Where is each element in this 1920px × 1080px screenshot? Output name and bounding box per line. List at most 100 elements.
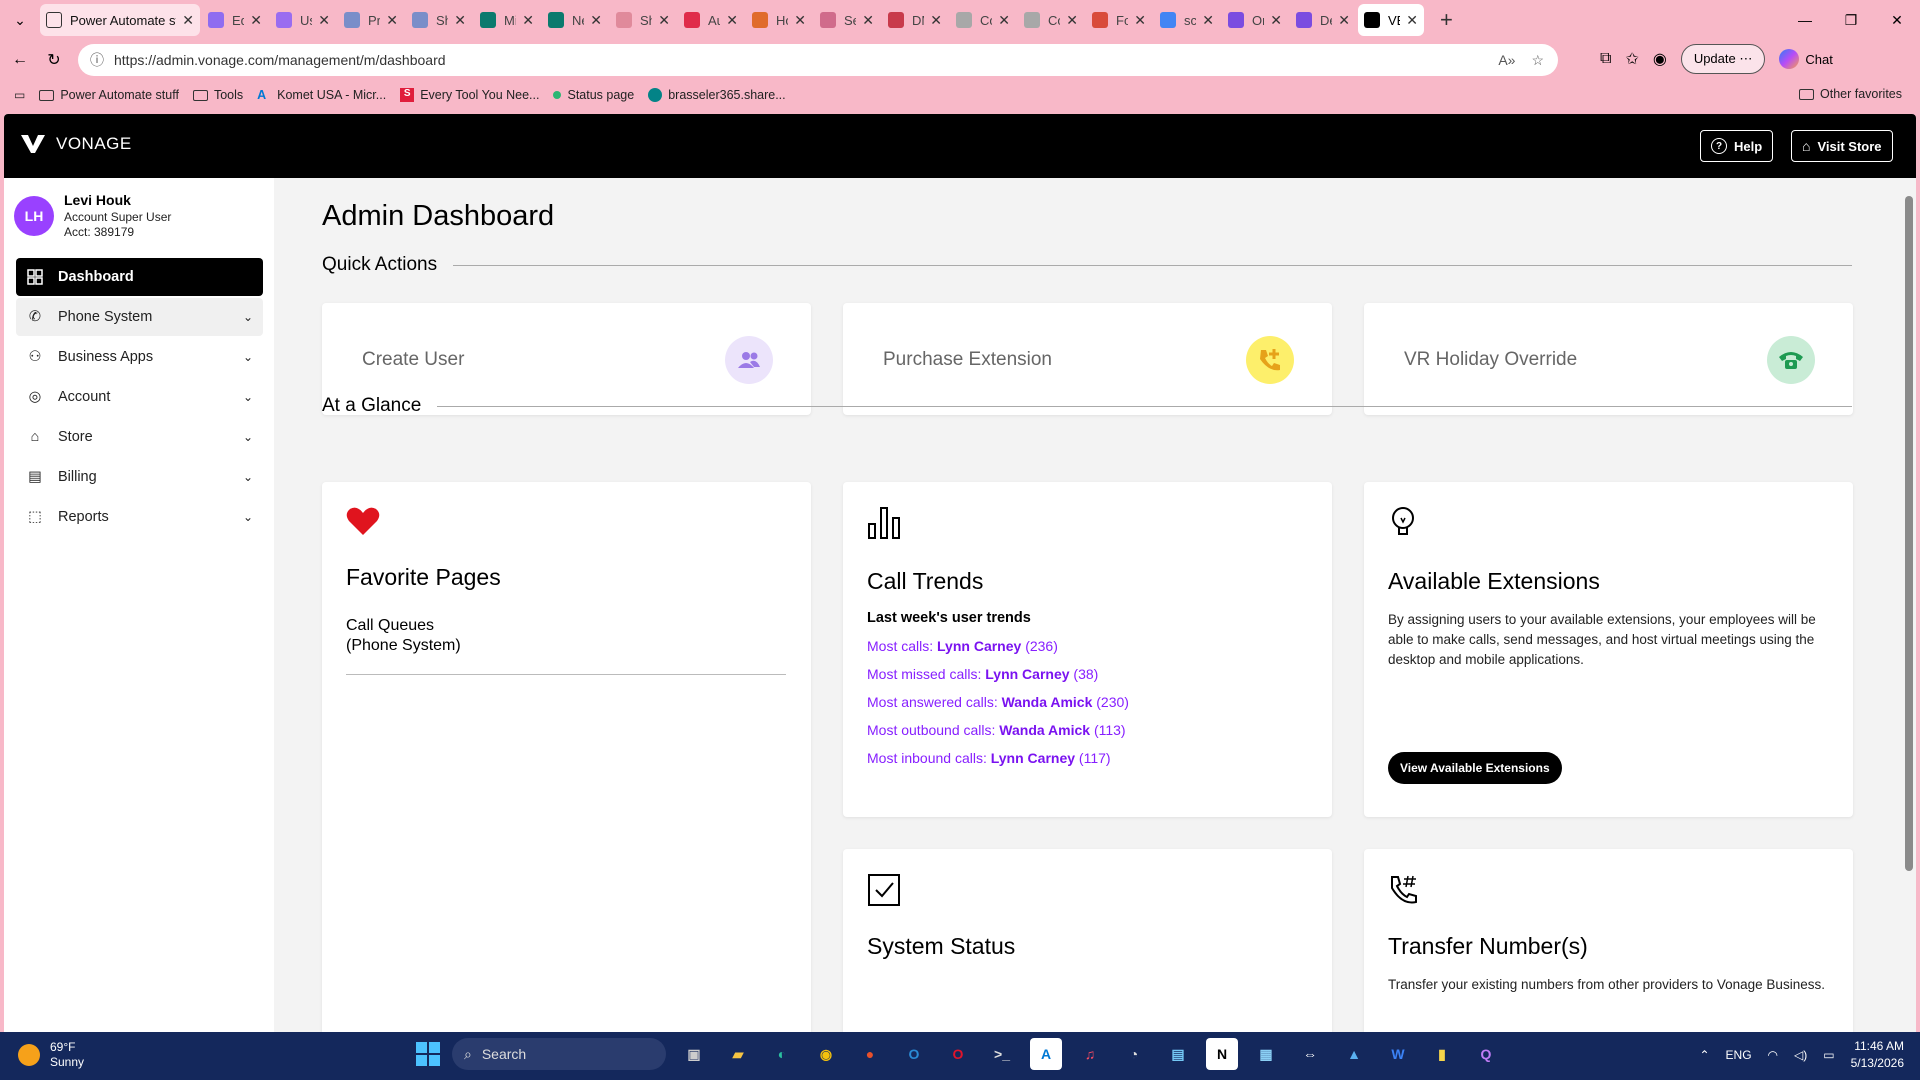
favorites-icon[interactable]: ✩ [1625,49,1638,69]
tab-close-icon[interactable]: ✕ [862,12,874,29]
tab-close-icon[interactable]: ✕ [454,12,466,29]
browser-tab[interactable]: Desk ✕ [1290,4,1356,36]
vonage-logo[interactable]: VONAGE [20,134,132,154]
update-button[interactable]: Update ⋯ [1680,44,1766,74]
sidebar-item-billing[interactable]: ▤ Billing ⌄ [16,458,263,496]
tab-close-icon[interactable]: ✕ [182,12,194,29]
battery-icon[interactable]: ▭ [1823,1048,1834,1062]
bookmark-tools[interactable]: Tools [192,88,243,102]
other-favorites[interactable]: Other favorites [1799,87,1902,101]
chevron-up-icon[interactable]: ⌃ [1699,1048,1709,1062]
browser-tab[interactable]: User ✕ [270,4,336,36]
bookmark-status-page[interactable]: Status page [553,88,634,102]
windows-start-icon[interactable] [416,1042,440,1066]
chrome-icon[interactable]: ◉ [810,1038,842,1070]
edge-icon[interactable]: ◐ [766,1038,798,1070]
word-icon[interactable]: W [1382,1038,1414,1070]
clock-app-icon[interactable]: ◔ [1118,1038,1150,1070]
opera-icon[interactable]: O [942,1038,974,1070]
minimize-button[interactable]: — [1782,0,1828,40]
tab-close-icon[interactable]: ✕ [1202,12,1214,29]
taskbar-search[interactable]: ⌕ Search [452,1038,666,1070]
extensions-icon[interactable]: ⧉ [1600,50,1611,68]
remote-desktop-icon[interactable]: ▦ [1250,1038,1282,1070]
browser-tab[interactable]: VBC ✕ [1358,4,1424,36]
help-button[interactable]: ? Help [1700,130,1774,162]
app-red-icon[interactable]: ● [854,1038,886,1070]
tab-close-icon[interactable]: ✕ [726,12,738,29]
url-field[interactable]: ⓘ https://admin.vonage.com/management/m/… [78,44,1558,76]
sidebar-item-business-apps[interactable]: ⚇ Business Apps ⌄ [16,338,263,376]
avatar[interactable]: LH [14,196,54,236]
clock[interactable]: 11:46 AM 5/13/2026 [1851,1038,1904,1072]
tab-close-icon[interactable]: ✕ [1406,12,1418,29]
browser-tab[interactable]: Shar ✕ [406,4,472,36]
browser-tab[interactable]: Edit ✕ [202,4,268,36]
favorite-item-call-queues[interactable]: Call Queues (Phone System) [346,616,786,675]
browser-tab[interactable]: DM- ✕ [882,4,948,36]
tab-close-icon[interactable]: ✕ [1270,12,1282,29]
tab-close-icon[interactable]: ✕ [590,12,602,29]
app-purple-icon[interactable]: Q [1470,1038,1502,1070]
browser-tab[interactable]: New ✕ [542,4,608,36]
browser-tab[interactable]: Auto ✕ [678,4,744,36]
browser-tab[interactable]: Power Automate stuff ✕ [40,4,200,36]
trend-row[interactable]: Most outbound calls: Wanda Amick (113) [867,722,1129,750]
tab-close-icon[interactable]: ✕ [1066,12,1078,29]
notion-icon[interactable]: N [1206,1038,1238,1070]
sidebar-item-store[interactable]: ⌂ Store ⌄ [16,418,263,456]
task-view-icon[interactable]: ▣ [678,1038,710,1070]
tab-close-icon[interactable]: ✕ [318,12,330,29]
browser-tab[interactable]: Onb ✕ [1222,4,1288,36]
reload-button[interactable]: ↻ [40,46,68,74]
terminal-icon[interactable]: >_ [986,1038,1018,1070]
trend-row[interactable]: Most missed calls: Lynn Carney (38) [867,666,1129,694]
music-icon[interactable]: ♫ [1074,1038,1106,1070]
language-indicator[interactable]: ENG [1726,1048,1752,1062]
visit-store-button[interactable]: ⌂ Visit Store [1791,130,1893,162]
tab-close-icon[interactable]: ✕ [930,12,942,29]
scrollbar-thumb[interactable] [1905,196,1913,871]
file-explorer-icon[interactable]: ▰ [722,1038,754,1070]
browser-tab[interactable]: scrib ✕ [1154,4,1220,36]
sidebar-item-phone-system[interactable]: ✆ Phone System ⌄ [16,298,263,336]
browser-tab[interactable]: Shar ✕ [610,4,676,36]
sticky-notes-icon[interactable]: ▮ [1426,1038,1458,1070]
browser-tab[interactable]: Micr ✕ [474,4,540,36]
tab-close-icon[interactable]: ✕ [658,12,670,29]
favorite-star-icon[interactable]: ☆ [1531,52,1544,69]
tab-close-icon[interactable]: ✕ [250,12,262,29]
bookmark-power-automate[interactable]: Power Automate stuff [39,88,179,102]
copilot-chat-button[interactable]: Chat [1779,49,1833,69]
bookmark-brasseler[interactable]: brasseler365.share... [648,88,786,102]
photos-icon[interactable]: ▲ [1338,1038,1370,1070]
tab-actions-button[interactable]: ⌄ [6,6,34,34]
sidebar-item-account[interactable]: ◎ Account ⌄ [16,378,263,416]
bookmark-every-tool[interactable]: S Every Tool You Nee... [400,88,539,102]
tab-close-icon[interactable]: ✕ [1134,12,1146,29]
new-tab-button[interactable]: + [1440,7,1453,33]
tab-close-icon[interactable]: ✕ [386,12,398,29]
read-aloud-icon[interactable]: A» [1498,52,1515,69]
browser-tab[interactable]: Serv ✕ [814,4,880,36]
view-available-extensions-button[interactable]: View Available Extensions [1388,752,1562,784]
bookmarks-menu-icon[interactable]: ▭ [14,88,25,102]
back-button[interactable]: ← [6,46,34,74]
teamviewer-icon[interactable]: ⇔ [1294,1038,1326,1070]
browser-tab[interactable]: Forti ✕ [1086,4,1152,36]
azure-icon[interactable]: A [1030,1038,1062,1070]
trend-row[interactable]: Most answered calls: Wanda Amick (230) [867,694,1129,722]
tab-close-icon[interactable]: ✕ [794,12,806,29]
page-scrollbar[interactable] [1902,178,1916,1032]
browser-tab[interactable]: Pron ✕ [338,4,404,36]
close-window-button[interactable]: ✕ [1874,0,1920,40]
tab-close-icon[interactable]: ✕ [998,12,1010,29]
restore-button[interactable]: ❐ [1828,0,1874,40]
wifi-icon[interactable]: ◠ [1768,1048,1778,1062]
trend-row[interactable]: Most inbound calls: Lynn Carney (117) [867,750,1129,778]
browser-tab[interactable]: Cont ✕ [1018,4,1084,36]
notepad-icon[interactable]: ▤ [1162,1038,1194,1070]
sidebar-item-reports[interactable]: ⬚ Reports ⌄ [16,498,263,536]
outlook-icon[interactable]: O [898,1038,930,1070]
trend-row[interactable]: Most calls: Lynn Carney (236) [867,638,1129,666]
